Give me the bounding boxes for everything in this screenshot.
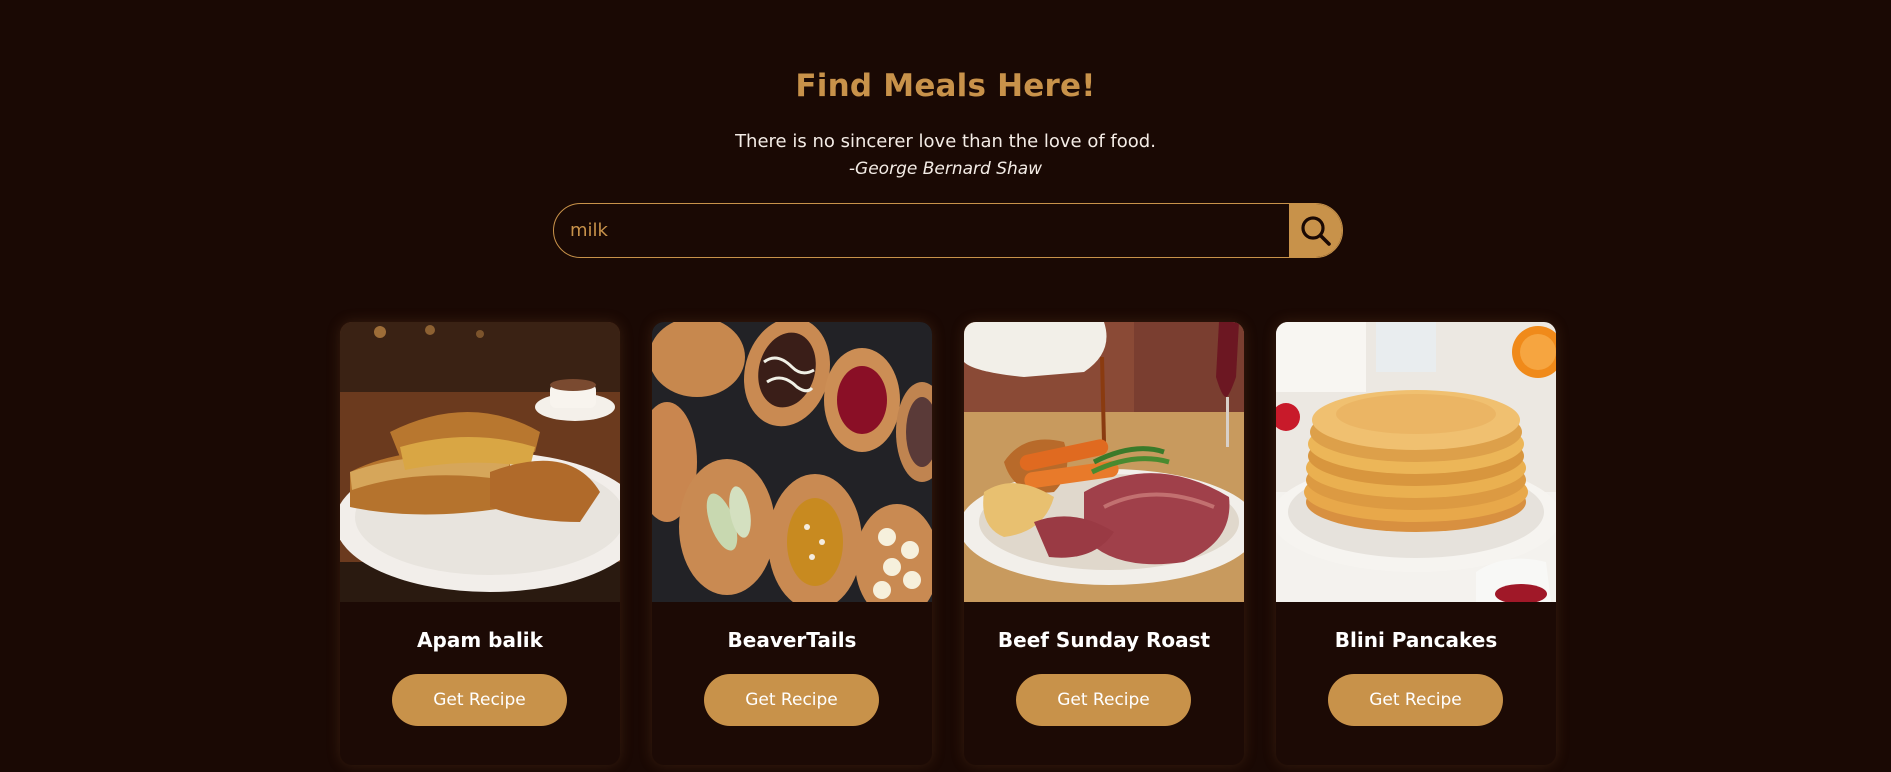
meal-name: Beef Sunday Roast <box>997 628 1211 652</box>
search-input[interactable] <box>554 204 1289 257</box>
meal-name: Apam balik <box>417 628 543 652</box>
meal-image <box>964 322 1244 602</box>
meal-card: Apam balik Get Recipe <box>340 322 620 765</box>
meal-image <box>1276 322 1556 602</box>
get-recipe-button[interactable]: Get Recipe <box>1016 674 1191 726</box>
meal-card: Beef Sunday Roast Get Recipe <box>964 322 1244 765</box>
search-icon <box>1300 215 1331 246</box>
search-bar <box>553 203 1343 258</box>
meal-card: Blini Pancakes Get Recipe <box>1276 322 1556 765</box>
meal-card: BeaverTails Get Recipe <box>652 322 932 765</box>
meal-name: Blini Pancakes <box>1334 628 1498 652</box>
get-recipe-button[interactable]: Get Recipe <box>392 674 567 726</box>
get-recipe-button[interactable]: Get Recipe <box>704 674 879 726</box>
page: Find Meals Here! There is no sincerer lo… <box>0 0 1891 772</box>
page-title: Find Meals Here! <box>795 68 1096 104</box>
get-recipe-button[interactable]: Get Recipe <box>1328 674 1503 726</box>
search-button[interactable] <box>1289 204 1342 257</box>
meal-image <box>652 322 932 602</box>
meal-image <box>340 322 620 602</box>
meal-name: BeaverTails <box>727 628 857 652</box>
quote-author: -George Bernard Shaw <box>848 159 1043 179</box>
quote-text: There is no sincerer love than the love … <box>735 131 1156 152</box>
